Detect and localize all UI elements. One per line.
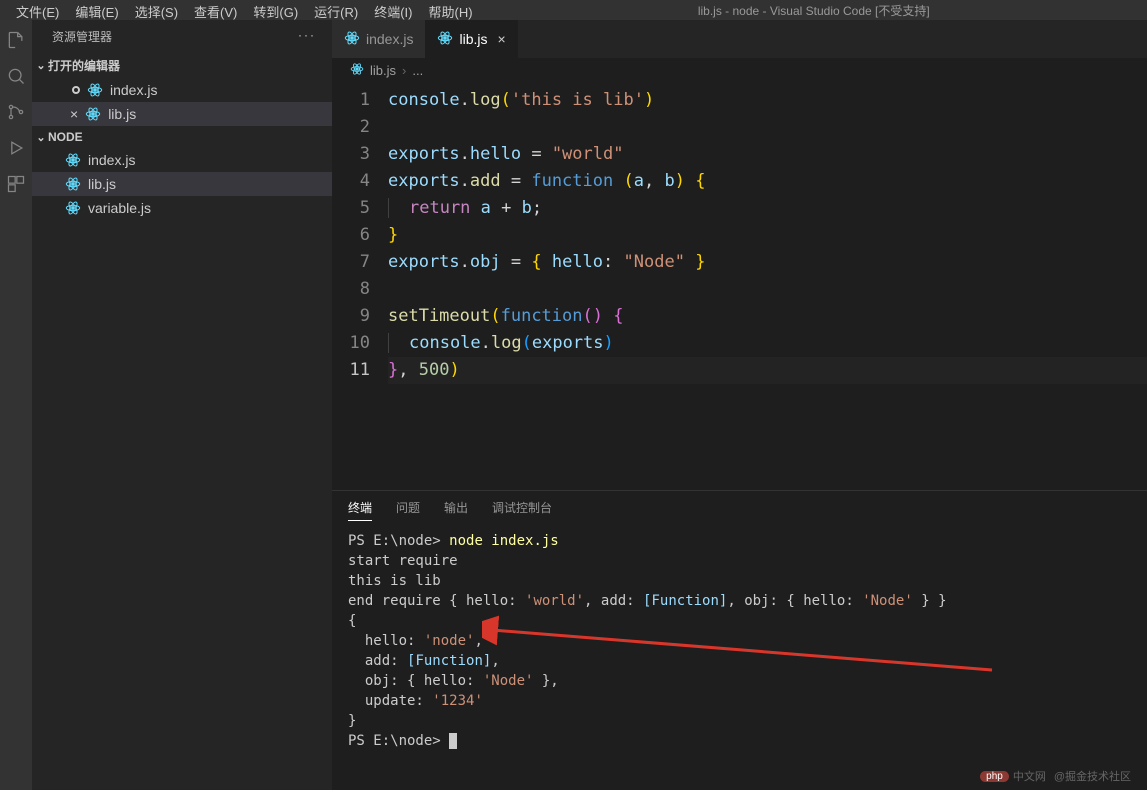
menu-item[interactable]: 文件(E) xyxy=(8,0,67,20)
editor-tab[interactable]: index.js xyxy=(332,20,425,58)
react-icon xyxy=(64,175,82,193)
activity-bar xyxy=(0,20,32,790)
react-icon xyxy=(350,62,364,79)
menu-item[interactable]: 运行(R) xyxy=(306,0,366,20)
close-icon[interactable]: × xyxy=(70,106,78,122)
panel-tab[interactable]: 输出 xyxy=(444,499,468,521)
folder-section[interactable]: ⌄ NODE xyxy=(32,126,332,148)
close-icon[interactable]: × xyxy=(497,31,505,47)
editor-tabs: index.jslib.js× xyxy=(332,20,1147,58)
panel-tab[interactable]: 调试控制台 xyxy=(492,499,552,521)
breadcrumb[interactable]: lib.js › ... xyxy=(332,58,1147,83)
panel-tabs: 终端 问题 输出 调试控制台 xyxy=(332,491,1147,527)
chevron-down-icon: ⌄ xyxy=(34,131,48,144)
react-icon xyxy=(64,199,82,217)
extensions-icon[interactable] xyxy=(4,172,28,196)
menu-bar: 文件(E)编辑(E)选择(S)查看(V)转到(G)运行(R)终端(I)帮助(H) xyxy=(0,0,481,20)
open-editor-item[interactable]: ×lib.js xyxy=(32,102,332,126)
react-icon xyxy=(437,30,453,49)
explorer-sidebar: 资源管理器 ··· ⌄ 打开的编辑器 index.js×lib.js ⌄ NOD… xyxy=(32,20,332,790)
open-editors-section[interactable]: ⌄ 打开的编辑器 xyxy=(32,53,332,78)
code-editor[interactable]: 1234567891011 console.log('this is lib')… xyxy=(332,83,1147,490)
file-tree-item[interactable]: lib.js xyxy=(32,172,332,196)
editor-area: index.jslib.js× lib.js › ... 12345678910… xyxy=(332,20,1147,790)
terminal-cursor xyxy=(449,733,457,749)
menu-item[interactable]: 查看(V) xyxy=(186,0,245,20)
file-tree-item[interactable]: index.js xyxy=(32,148,332,172)
panel-tab[interactable]: 问题 xyxy=(396,499,420,521)
menu-item[interactable]: 终端(I) xyxy=(366,0,420,20)
panel-tab[interactable]: 终端 xyxy=(348,499,372,521)
react-icon xyxy=(64,151,82,169)
file-tree-item[interactable]: variable.js xyxy=(32,196,332,220)
menu-item[interactable]: 转到(G) xyxy=(245,0,306,20)
menu-item[interactable]: 帮助(H) xyxy=(420,0,480,20)
search-icon[interactable] xyxy=(4,64,28,88)
chevron-right-icon: › xyxy=(402,63,406,78)
code-content[interactable]: console.log('this is lib') exports.hello… xyxy=(388,87,1147,490)
explorer-icon[interactable] xyxy=(4,28,28,52)
bottom-panel: 终端 问题 输出 调试控制台 PS E:\node> node index.jssta… xyxy=(332,490,1147,790)
window-title: lib.js - node - Visual Studio Code [不受支持… xyxy=(481,0,1147,19)
more-actions-icon[interactable]: ··· xyxy=(298,28,316,45)
title-bar: 文件(E)编辑(E)选择(S)查看(V)转到(G)运行(R)终端(I)帮助(H)… xyxy=(0,0,1147,20)
open-editor-item[interactable]: index.js xyxy=(32,78,332,102)
explorer-title: 资源管理器 xyxy=(52,28,112,45)
chevron-down-icon: ⌄ xyxy=(34,59,48,72)
dot-icon xyxy=(72,86,80,94)
editor-tab[interactable]: lib.js× xyxy=(425,20,517,58)
source-control-icon[interactable] xyxy=(4,100,28,124)
line-numbers: 1234567891011 xyxy=(332,87,388,490)
watermark: php 中文网 @掘金技术社区 xyxy=(980,768,1131,784)
debug-icon[interactable] xyxy=(4,136,28,160)
react-icon xyxy=(344,30,360,49)
terminal[interactable]: PS E:\node> node index.jsstart requireth… xyxy=(332,527,1147,763)
react-icon xyxy=(84,105,102,123)
menu-item[interactable]: 编辑(E) xyxy=(67,0,126,20)
menu-item[interactable]: 选择(S) xyxy=(127,0,186,20)
react-icon xyxy=(86,81,104,99)
